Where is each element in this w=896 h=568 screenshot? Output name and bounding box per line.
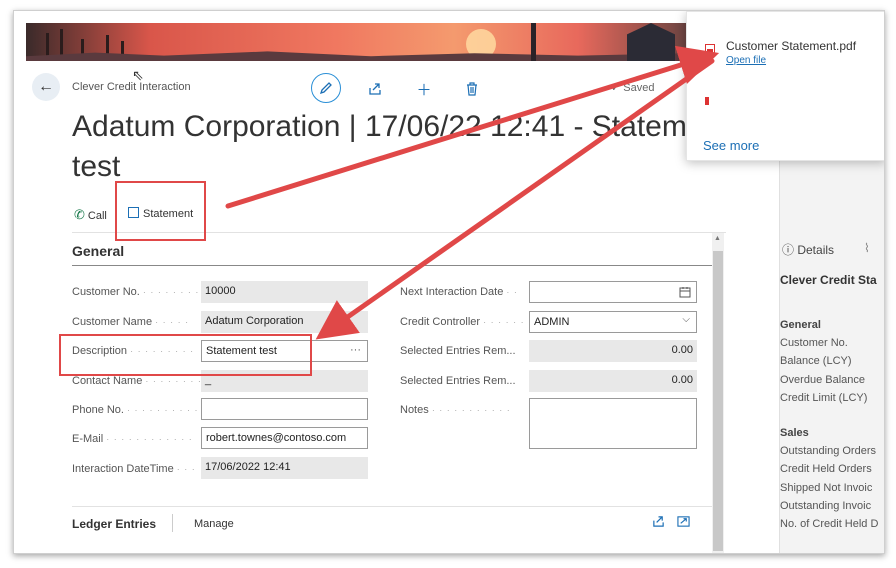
annotation-arrows — [225, 45, 720, 340]
arrow-to-popup — [225, 45, 720, 209]
arrow-to-description — [315, 58, 715, 340]
screenshot-frame: ← Clever Credit Interaction ⇖ ＋ ✓ Saved … — [13, 10, 885, 554]
